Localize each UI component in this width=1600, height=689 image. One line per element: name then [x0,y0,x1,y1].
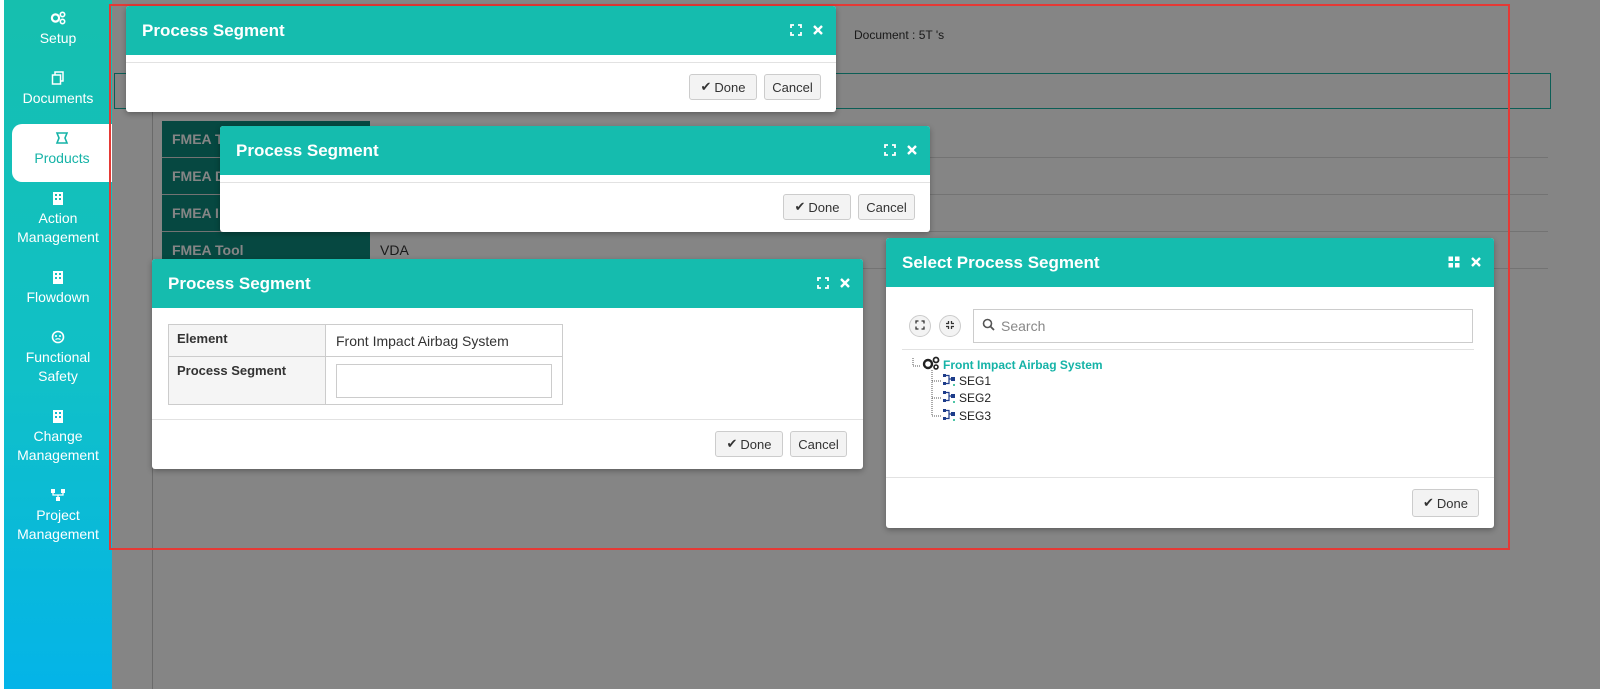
close-icon[interactable] [812,6,824,55]
done-button[interactable]: ✔ Done [689,74,757,100]
done-button[interactable]: ✔ Done [715,431,783,457]
dialog-header: Process Segment [152,259,863,308]
copy-icon [50,70,66,86]
tree-root-label: Front Impact Airbag System [943,357,1103,372]
dialog-title: Process Segment [236,141,379,160]
sidebar-item-functional-safety[interactable]: Functional Safety [4,329,112,386]
sidebar-item-products[interactable]: Products [12,124,112,182]
maximize-icon[interactable] [817,259,829,308]
building-icon [50,190,66,206]
close-icon[interactable] [839,259,851,308]
element-value: Front Impact Airbag System [325,324,563,357]
done-button[interactable]: ✔ Done [1412,489,1479,517]
tree-node-label: SEG2 [959,391,992,405]
dialog-footer: ✔ Done Cancel [152,419,863,469]
maximize-icon[interactable] [884,126,896,175]
segment-icon [942,408,956,424]
check-icon: ✔ [726,436,738,451]
sidebar-item-action-management[interactable]: Action Management [4,190,112,247]
tree-node-label: SEG1 [959,374,992,388]
gears-icon [50,10,66,26]
check-icon: ✔ [700,79,712,94]
sidebar-item-label: Functional Safety [25,349,91,384]
element-table: Element Front Impact Airbag System Proce… [168,324,563,405]
sidebar-item-label: Project Management [17,507,99,542]
collapse-all-button[interactable] [939,315,961,337]
tree-node-seg2[interactable]: SEG2 [942,390,991,406]
sidebar-item-label: Change Management [17,428,99,463]
dialog-footer: ✔ Done Cancel [220,182,930,232]
tree-node-seg1[interactable]: SEG1 [942,373,991,389]
check-icon: ✔ [794,199,806,214]
dialog-title: Select Process Segment [902,253,1100,272]
dialog-header: Select Process Segment [886,238,1494,287]
process-segment-dialog-3: Process Segment Element Front Impact Air… [152,259,863,469]
close-icon[interactable] [906,126,918,175]
cancel-button[interactable]: Cancel [790,431,847,457]
dialog-header: Process Segment [126,6,836,55]
process-segment-input[interactable] [336,363,552,398]
process-segment-dialog-1: Process Segment ✔ Done Cancel [126,6,836,112]
sidebar-item-project-management[interactable]: Project Management [4,487,112,544]
segment-icon [942,373,956,389]
divider [902,349,1474,350]
cancel-button[interactable]: Cancel [858,194,915,220]
sidebar: Setup Documents Products Action Manageme… [4,0,112,689]
building-icon [50,408,66,424]
close-icon[interactable] [1470,238,1482,287]
dialog-header: Process Segment [220,126,930,175]
dialog-title: Process Segment [168,274,311,293]
dialog-title: Process Segment [142,21,285,40]
sidebar-item-flowdown[interactable]: Flowdown [4,269,112,307]
tree-node-seg3[interactable]: SEG3 [942,408,991,424]
sidebar-item-label: Flowdown [26,289,90,305]
search-icon [982,318,995,334]
product-icon [54,130,70,146]
sidebar-item-documents[interactable]: Documents [4,70,112,108]
sitemap-icon [50,487,66,503]
expand-icon [915,317,925,335]
restore-icon[interactable] [1448,238,1460,287]
sidebar-item-change-management[interactable]: Change Management [4,408,112,465]
select-process-segment-dialog: Select Process Segment Search Front Impa… [886,238,1494,528]
tree-node-label: SEG3 [959,409,992,423]
sidebar-item-setup[interactable]: Setup [4,10,112,48]
safety-icon [50,329,66,345]
cancel-button[interactable]: Cancel [764,74,821,100]
collapse-icon [945,317,955,335]
sidebar-item-label: Products [34,150,90,166]
building-icon [50,269,66,285]
process-segment-dialog-2: Process Segment ✔ Done Cancel [220,126,930,232]
check-icon: ✔ [1423,495,1434,510]
process-segment-label: Process Segment [168,356,326,405]
search-placeholder: Search [1001,318,1046,334]
element-label: Element [168,324,326,357]
tree-root-node[interactable]: Front Impact Airbag System [922,356,1103,373]
sidebar-item-label: Action Management [17,210,99,245]
segment-icon [942,390,956,406]
done-button[interactable]: ✔ Done [783,194,851,220]
gears-icon [922,356,940,373]
search-input[interactable]: Search [973,309,1473,343]
dialog-footer: ✔ Done Cancel [126,62,836,112]
sidebar-item-label: Documents [22,90,94,106]
expand-all-button[interactable] [909,315,931,337]
maximize-icon[interactable] [790,6,802,55]
dialog-footer: ✔ Done [886,477,1494,528]
sidebar-item-label: Setup [39,30,77,46]
